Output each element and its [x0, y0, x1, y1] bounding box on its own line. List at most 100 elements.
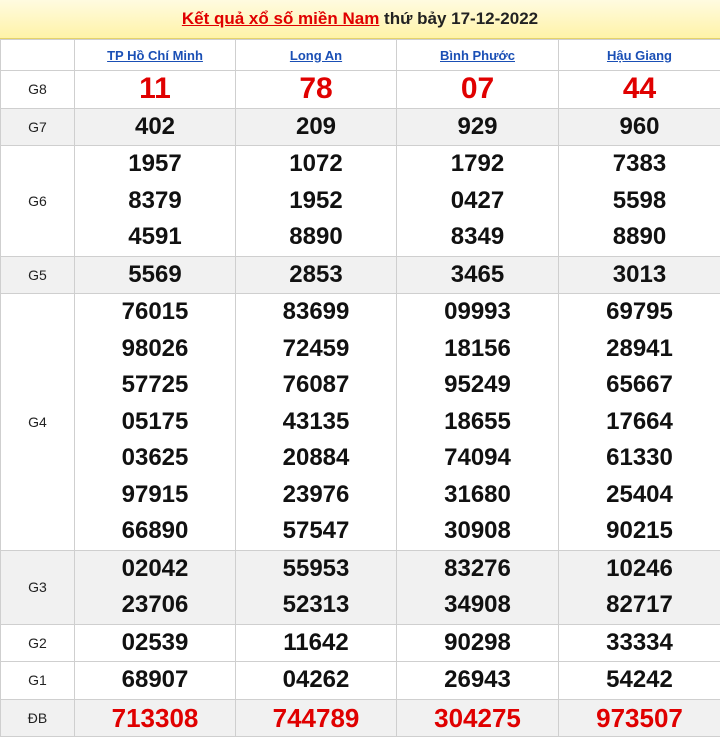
- result-number: 1792: [450, 150, 505, 177]
- result-number: 05175: [121, 407, 189, 435]
- result-cell: 02042 23706: [74, 549, 236, 625]
- result-cell: 90298: [396, 623, 559, 662]
- result-cell: 33334: [558, 623, 720, 662]
- prize-label: G3: [0, 549, 75, 625]
- table-row: G7 402 209 929 960: [0, 107, 720, 146]
- result-number: 03625: [121, 444, 189, 471]
- table-row: G8 11 78 07 44: [0, 70, 720, 109]
- result-cell: 04262: [235, 661, 397, 700]
- result-cell: 76015 98026 57725 05175 03625 97915 66890: [74, 293, 236, 551]
- result-number: 929: [457, 112, 498, 140]
- result-number: 30908: [444, 517, 511, 544]
- result-number: 973507: [596, 702, 683, 733]
- result-number: 68907: [121, 666, 189, 693]
- result-number: 65667: [606, 371, 673, 398]
- results-page: { "header": { "title_link": "Kết quả xổ …: [0, 0, 720, 755]
- result-number: 5598: [612, 186, 667, 214]
- result-number: 28941: [606, 334, 673, 362]
- result-number: 98026: [121, 334, 189, 362]
- result-cell: 78: [235, 70, 397, 109]
- result-number: 57547: [282, 517, 350, 544]
- result-number: 1957: [128, 150, 182, 177]
- result-cell: 402: [74, 107, 236, 146]
- result-number: 23706: [121, 591, 189, 618]
- result-cell: 69795 28941 65667 17664 61330 25404 90215: [558, 293, 720, 551]
- result-number: 34908: [444, 591, 511, 618]
- result-cell: 973507: [558, 698, 720, 737]
- result-cell: 304275: [396, 698, 559, 737]
- page-title: Kết quả xổ số miền Nam thứ bảy 17-12-202…: [0, 0, 720, 39]
- result-number: 209: [295, 112, 337, 140]
- result-number: 18655: [444, 407, 511, 435]
- result-number: 11642: [283, 628, 349, 656]
- results-table: TP Hồ Chí Minh Long An Bình Phước Hậu Gi…: [0, 39, 720, 737]
- prize-label: G6: [0, 145, 75, 257]
- result-cell: 1072 1952 8890: [235, 145, 397, 257]
- result-cell: 11642: [235, 623, 397, 662]
- result-number: 18156: [444, 334, 511, 362]
- table-row: G4 76015 98026 57725 05175 03625 97915 66890 836…: [0, 293, 720, 551]
- result-cell: 10246 82717: [558, 549, 720, 625]
- province-link-hau-giang[interactable]: Hậu Giang: [558, 39, 720, 71]
- header-corner: [0, 39, 75, 71]
- result-cell: 02539: [74, 623, 236, 662]
- result-number: 11: [139, 72, 171, 105]
- result-number: 8890: [289, 223, 343, 250]
- result-cell: 209: [235, 107, 397, 146]
- result-cell: 07: [396, 70, 559, 109]
- prize-label: G2: [0, 623, 75, 662]
- province-link-hcm[interactable]: TP Hồ Chí Minh: [74, 39, 236, 71]
- result-cell: 744789: [235, 698, 397, 737]
- result-cell: 713308: [74, 698, 236, 737]
- result-number: 07: [460, 72, 495, 105]
- result-number: 95249: [444, 371, 511, 398]
- result-number: 1072: [289, 150, 343, 177]
- result-cell: 83276 34908: [396, 549, 559, 625]
- title-link[interactable]: Kết quả xổ số miền Nam: [182, 9, 379, 28]
- result-number: 8890: [612, 223, 667, 250]
- result-cell: 26943: [396, 661, 559, 700]
- result-number: 43135: [282, 407, 350, 435]
- result-number: 82717: [606, 591, 673, 618]
- result-number: 17664: [606, 407, 673, 435]
- result-number: 304275: [434, 702, 521, 733]
- result-number: 61330: [606, 444, 673, 471]
- title-date: thứ bảy 17-12-2022: [384, 9, 539, 28]
- result-number: 33334: [606, 628, 673, 656]
- result-number: 57725: [121, 371, 189, 398]
- result-number: 4591: [128, 223, 182, 250]
- result-number: 713308: [111, 702, 199, 733]
- result-number: 09993: [444, 298, 511, 325]
- table-row: G2 02539 11642 90298 33334: [0, 623, 720, 662]
- result-cell: 929: [396, 107, 559, 146]
- result-cell: 11: [74, 70, 236, 109]
- province-link-long-an[interactable]: Long An: [235, 39, 397, 71]
- result-number: 5569: [128, 260, 182, 288]
- result-number: 76087: [282, 371, 350, 398]
- result-number: 54242: [606, 666, 673, 693]
- result-number: 31680: [444, 480, 511, 508]
- result-number: 52313: [282, 591, 350, 618]
- result-cell: 3013: [558, 255, 720, 294]
- table-row: G1 68907 04262 26943 54242: [0, 661, 720, 700]
- result-number: 83699: [282, 298, 350, 325]
- result-cell: 960: [558, 107, 720, 146]
- result-number: 44: [622, 72, 657, 105]
- result-number: 10246: [606, 554, 673, 582]
- prize-label: G4: [0, 293, 75, 551]
- result-number: 90298: [444, 628, 511, 656]
- table-row: G6 1957 8379 4591 1072 1952 8890 1792 0427 8349 73…: [0, 145, 720, 257]
- result-number: 69795: [606, 298, 673, 325]
- result-cell: 3465: [396, 255, 559, 294]
- result-number: 76015: [121, 298, 189, 325]
- result-cell: 1957 8379 4591: [74, 145, 236, 257]
- province-link-binh-phuoc[interactable]: Bình Phước: [396, 39, 559, 71]
- result-number: 3013: [612, 260, 667, 288]
- result-cell: 09993 18156 95249 18655 74094 31680 30908: [396, 293, 559, 551]
- result-number: 20884: [282, 444, 350, 471]
- result-cell: 83699 72459 76087 43135 20884 23976 57547: [235, 293, 397, 551]
- result-number: 744789: [272, 702, 360, 733]
- result-number: 02042: [121, 554, 189, 582]
- result-number: 55953: [282, 554, 350, 582]
- result-number: 8379: [128, 186, 182, 214]
